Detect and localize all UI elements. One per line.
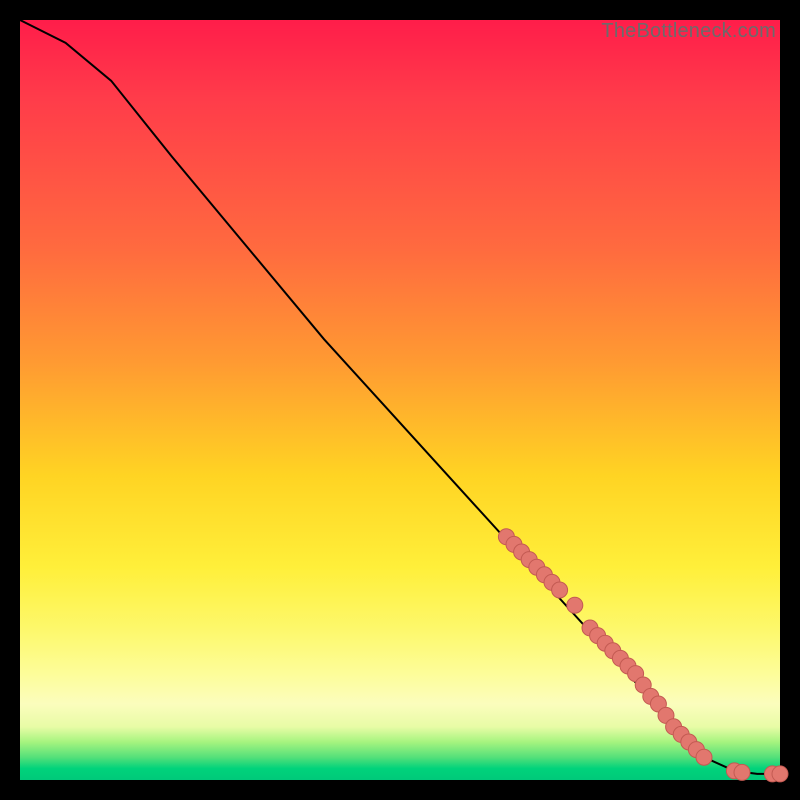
- data-point: [552, 582, 568, 598]
- bottleneck-curve: [20, 20, 780, 774]
- chart-stage: TheBottleneck.com: [0, 0, 800, 800]
- plot-area: TheBottleneck.com: [20, 20, 780, 780]
- scatter-markers: [498, 529, 788, 782]
- data-point: [696, 749, 712, 765]
- data-point: [772, 766, 788, 782]
- data-point: [567, 597, 583, 613]
- chart-overlay: [20, 20, 780, 780]
- data-point: [734, 764, 750, 780]
